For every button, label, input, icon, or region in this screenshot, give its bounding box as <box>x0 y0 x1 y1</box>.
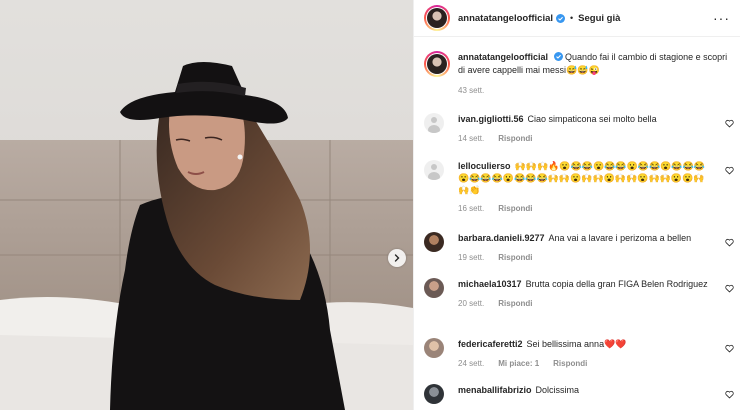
comment-text: Sei bellissima anna❤️❤️ <box>526 339 627 349</box>
verified-badge-icon <box>556 13 566 23</box>
commenter-avatar[interactable] <box>424 384 444 404</box>
reply-button[interactable]: Rispondi <box>498 253 532 262</box>
commenter-avatar[interactable] <box>424 160 444 180</box>
comment-username[interactable]: menaballifabrizio <box>458 385 532 395</box>
comment-likes-count[interactable]: Mi piace: 1 <box>498 359 539 368</box>
photo-illustration <box>0 0 413 410</box>
comment-item: menaballifabrizio Dolcissima <box>424 384 734 404</box>
next-photo-button[interactable] <box>388 249 406 267</box>
comment-text: Ciao simpaticona sei molto bella <box>527 114 657 124</box>
comment-time[interactable]: 14 sett. <box>458 134 484 143</box>
chevron-right-icon <box>394 254 400 262</box>
following-button[interactable]: Segui già <box>578 13 620 24</box>
comment-text: Ana vai a lavare i perizoma a bellen <box>548 233 692 243</box>
comment-username[interactable]: federicaferetti2 <box>458 339 523 349</box>
post-caption: annatatangeloofficial Quando fai il camb… <box>414 37 740 77</box>
post-photo <box>0 0 413 410</box>
comment-username[interactable]: ivan.gigliotti.56 <box>458 114 524 124</box>
caption-avatar[interactable] <box>424 51 450 77</box>
comment-item: federicaferetti2 Sei bellissima anna❤️❤️ … <box>424 338 734 368</box>
comment-item: barbara.danieli.9277 Ana vai a lavare i p… <box>424 232 734 262</box>
author-username[interactable]: annatatangeloofficial <box>458 13 553 24</box>
caption-username[interactable]: annatatangeloofficial <box>458 52 548 62</box>
like-comment-heart-icon[interactable] <box>725 238 734 247</box>
comment-item: ivan.gigliotti.56 Ciao simpaticona sei mo… <box>424 113 734 143</box>
caption-timestamp[interactable]: 43 sett. <box>458 86 740 95</box>
like-comment-heart-icon[interactable] <box>725 284 734 293</box>
comment-text: Brutta copia della gran FIGA Belen Rodri… <box>525 279 708 289</box>
comment-username[interactable]: lelloculierso <box>458 161 511 171</box>
comment-item: michaela10317 Brutta copia della gran FIG… <box>424 278 734 308</box>
comment-time[interactable]: 20 sett. <box>458 299 484 308</box>
post-viewer: annatatangeloofficial • Segui già ··· an… <box>0 0 740 410</box>
comment-time[interactable]: 24 sett. <box>458 359 484 368</box>
like-comment-heart-icon[interactable] <box>725 119 734 128</box>
comment-username[interactable]: michaela10317 <box>458 279 522 289</box>
more-options-icon[interactable]: ··· <box>713 10 730 26</box>
like-comment-heart-icon[interactable] <box>725 390 734 399</box>
like-comment-heart-icon[interactable] <box>725 344 734 353</box>
comment-time[interactable]: 16 sett. <box>458 204 484 213</box>
caption-text-block: annatatangeloofficial Quando fai il camb… <box>458 51 728 77</box>
reply-button[interactable]: Rispondi <box>498 134 532 143</box>
comment-username[interactable]: barbara.danieli.9277 <box>458 233 545 243</box>
post-header: annatatangeloofficial • Segui già ··· <box>414 0 740 37</box>
verified-badge-icon <box>553 52 563 61</box>
author-avatar[interactable] <box>424 5 450 31</box>
comment-item: lelloculierso 🙌🙌🙌🔥😮😂😂😮😂😂😮😂😂😮😂😂😂😮😂😂😂😮😂😂😂🙌🙌… <box>424 160 734 213</box>
commenter-avatar[interactable] <box>424 338 444 358</box>
commenter-avatar[interactable] <box>424 113 444 133</box>
comment-time[interactable]: 19 sett. <box>458 253 484 262</box>
comments-panel: annatatangeloofficial • Segui già ··· an… <box>413 0 740 410</box>
commenter-avatar[interactable] <box>424 278 444 298</box>
reply-button[interactable]: Rispondi <box>498 204 532 213</box>
comment-text: Dolcissima <box>535 385 580 395</box>
commenter-avatar[interactable] <box>424 232 444 252</box>
reply-button[interactable]: Rispondi <box>498 299 532 308</box>
like-comment-heart-icon[interactable] <box>725 166 734 175</box>
reply-button[interactable]: Rispondi <box>553 359 587 368</box>
separator-dot: • <box>570 13 574 23</box>
